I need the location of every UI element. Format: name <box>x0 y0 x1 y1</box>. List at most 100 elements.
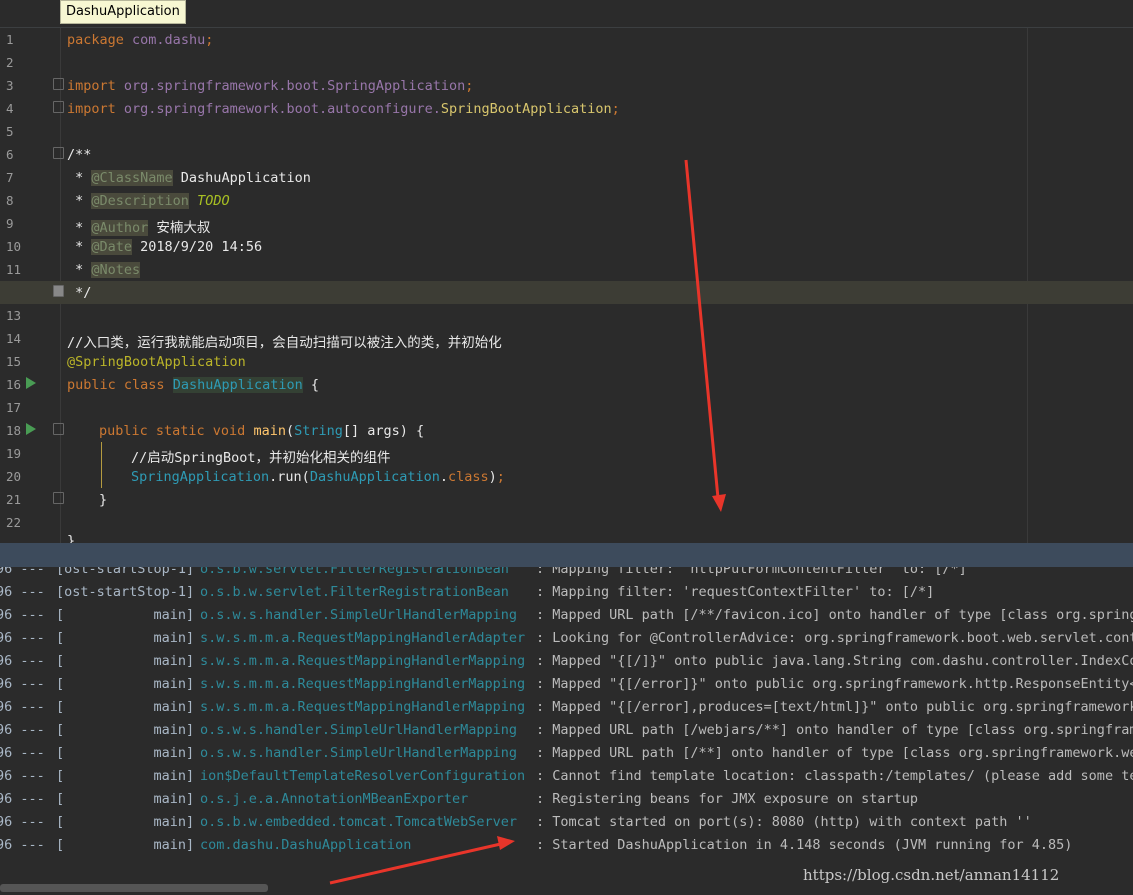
console-logger: o.s.b.w.embedded.tomcat.TomcatWebServer <box>200 814 517 830</box>
code-line-1: package com.dashu; <box>67 32 214 48</box>
console-logger: com.dashu.DashuApplication <box>200 837 412 853</box>
console-msg: : Started DashuApplication in 4.148 seco… <box>536 837 1073 853</box>
console-logger: s.w.s.m.m.a.RequestMappingHandlerAdapter <box>200 630 526 646</box>
console-logger: o.s.j.e.a.AnnotationMBeanExporter <box>200 791 469 807</box>
console-pfx: 96 --- <box>0 567 45 577</box>
console-pfx: 96 --- <box>0 745 45 761</box>
console-pfx: 96 --- <box>0 791 45 807</box>
line-number: 13 <box>6 308 22 323</box>
console-line: 96 --- [ main] s.w.s.m.m.a.RequestMappingH… <box>0 653 1133 676</box>
code-line-6: /** <box>67 147 92 163</box>
line-number: 6 <box>6 147 14 162</box>
fold-marker-icon[interactable] <box>53 492 64 504</box>
console-msg: : Tomcat started on port(s): 8080 (http)… <box>536 814 1032 830</box>
line-number: 2 <box>6 55 14 70</box>
console-line: 96 --- [ main] o.s.w.s.handler.SimpleUrlHa… <box>0 745 1133 768</box>
code-line-18: public static void main(String[] args) { <box>99 423 425 439</box>
console-msg: : Mapped URL path [/webjars/**] onto han… <box>536 722 1133 738</box>
line-number: 8 <box>6 193 14 208</box>
console-msg: : Looking for @ControllerAdvice: org.spr… <box>536 630 1133 646</box>
line-number: 15 <box>6 354 22 369</box>
console-logger: o.s.w.s.handler.SimpleUrlHandlerMapping <box>200 607 517 623</box>
fold-marker-icon[interactable] <box>53 285 64 297</box>
line-number: 20 <box>6 469 22 484</box>
console-msg: : Mapped URL path [/**] onto handler of … <box>536 745 1133 761</box>
line-number: 9 <box>6 216 14 231</box>
console-thread: [ main] <box>56 837 195 853</box>
console-line: 96 --- [ main] ion$DefaultTemplateResolver… <box>0 768 1133 791</box>
console-line: 96 --- [ main] o.s.w.s.handler.SimpleUrlHa… <box>0 722 1133 745</box>
code-line-7: * @ClassName DashuApplication <box>67 170 311 186</box>
code-editor[interactable]: 12345678910111213141516171819202122 pack… <box>0 28 1133 543</box>
console-logger: s.w.s.m.m.a.RequestMappingHandlerMapping <box>200 676 526 692</box>
run-console[interactable]: 96 --- [ost-startStop-1] o.s.b.w.servlet.F… <box>0 567 1133 895</box>
console-thread: [ main] <box>56 676 195 692</box>
console-thread: [ main] <box>56 699 195 715</box>
console-pfx: 96 --- <box>0 814 45 830</box>
console-line: 96 --- [ main] s.w.s.m.m.a.RequestMappingH… <box>0 676 1133 699</box>
run-icon[interactable] <box>26 423 36 435</box>
code-line-12: */ <box>67 285 92 301</box>
console-logger: o.s.w.s.handler.SimpleUrlHandlerMapping <box>200 745 517 761</box>
line-number: 11 <box>6 262 22 277</box>
console-thread: [ main] <box>56 607 195 623</box>
console-logger: o.s.b.w.servlet.FilterRegistrationBean <box>200 584 509 600</box>
console-thread: [ main] <box>56 791 195 807</box>
console-line: 96 --- [ main] o.s.w.s.handler.SimpleUrlHa… <box>0 607 1133 630</box>
line-number: 10 <box>6 239 22 254</box>
fold-marker-icon[interactable] <box>53 78 64 90</box>
line-number: 22 <box>6 515 22 530</box>
code-line-8: * @Description TODO <box>67 193 230 209</box>
line-number: 4 <box>6 101 14 116</box>
console-msg: : Cannot find template location: classpa… <box>536 768 1133 784</box>
code-line-23: } <box>67 533 76 543</box>
console-pfx: 96 --- <box>0 584 45 600</box>
console-pfx: 96 --- <box>0 607 45 623</box>
console-thread: [ main] <box>56 653 195 669</box>
console-msg: : Mapped "{[/]}" onto public java.lang.S… <box>536 653 1133 669</box>
code-line-9: * @Author 安楠大叔 <box>67 220 211 236</box>
current-line-highlight <box>0 281 1133 304</box>
code-line-16: public class DashuApplication { <box>67 377 320 393</box>
console-logger: s.w.s.m.m.a.RequestMappingHandlerMapping <box>200 653 526 669</box>
console-msg: : Mapped "{[/error],produces=[text/html]… <box>536 699 1133 715</box>
console-msg: : Mapped "{[/error]}" onto public org.sp… <box>536 676 1133 692</box>
console-msg: : Mapping filter: 'requestContextFilter'… <box>536 584 935 600</box>
fold-marker-icon[interactable] <box>53 101 64 113</box>
line-number: 19 <box>6 446 22 461</box>
console-logger: ion$DefaultTemplateResolverConfiguration <box>200 768 526 784</box>
console-pfx: 96 --- <box>0 676 45 692</box>
run-icon[interactable] <box>26 377 36 389</box>
console-pfx: 96 --- <box>0 653 45 669</box>
console-logger: o.s.w.s.handler.SimpleUrlHandlerMapping <box>200 722 517 738</box>
code-line-15: @SpringBootApplication <box>67 354 246 370</box>
console-line: 96 --- [ost-startStop-1] o.s.b.w.servlet.F… <box>0 567 1133 584</box>
line-number: 14 <box>6 331 22 346</box>
code-line-11: * @Notes <box>67 262 141 278</box>
console-pfx: 96 --- <box>0 768 45 784</box>
console-pfx: 96 --- <box>0 630 45 646</box>
fold-marker-icon[interactable] <box>53 423 64 435</box>
console-line: 96 --- [ main] com.dashu.DashuApplication:… <box>0 837 1133 860</box>
line-number: 7 <box>6 170 14 185</box>
fold-marker-icon[interactable] <box>53 147 64 159</box>
console-pfx: 96 --- <box>0 722 45 738</box>
console-thread: [ main] <box>56 722 195 738</box>
horizontal-scrollbar[interactable] <box>0 884 268 892</box>
console-msg: : Mapped URL path [/**/favicon.ico] onto… <box>536 607 1133 623</box>
class-name-tooltip: DashuApplication <box>60 0 186 24</box>
console-thread: [ main] <box>56 745 195 761</box>
indent-guide <box>101 442 102 488</box>
panel-splitter[interactable] <box>0 543 1133 567</box>
console-line: 96 --- [ main] o.s.b.w.embedded.tomcat.Tom… <box>0 814 1133 837</box>
console-msg: : Mapping filter: 'httpPutFormContentFil… <box>536 567 967 577</box>
code-line-20: SpringApplication.run(DashuApplication.c… <box>131 469 505 485</box>
console-line: 96 --- [ost-startStop-1] o.s.b.w.servlet.F… <box>0 584 1133 607</box>
console-line: 96 --- [ main] o.s.j.e.a.AnnotationMBeanEx… <box>0 791 1133 814</box>
console-thread: [ost-startStop-1] <box>56 584 195 600</box>
console-pfx: 96 --- <box>0 837 45 853</box>
console-msg: : Registering beans for JMX exposure on … <box>536 791 919 807</box>
console-thread: [ost-startStop-1] <box>56 567 195 577</box>
console-logger: s.w.s.m.m.a.RequestMappingHandlerMapping <box>200 699 526 715</box>
line-number: 1 <box>6 32 14 47</box>
